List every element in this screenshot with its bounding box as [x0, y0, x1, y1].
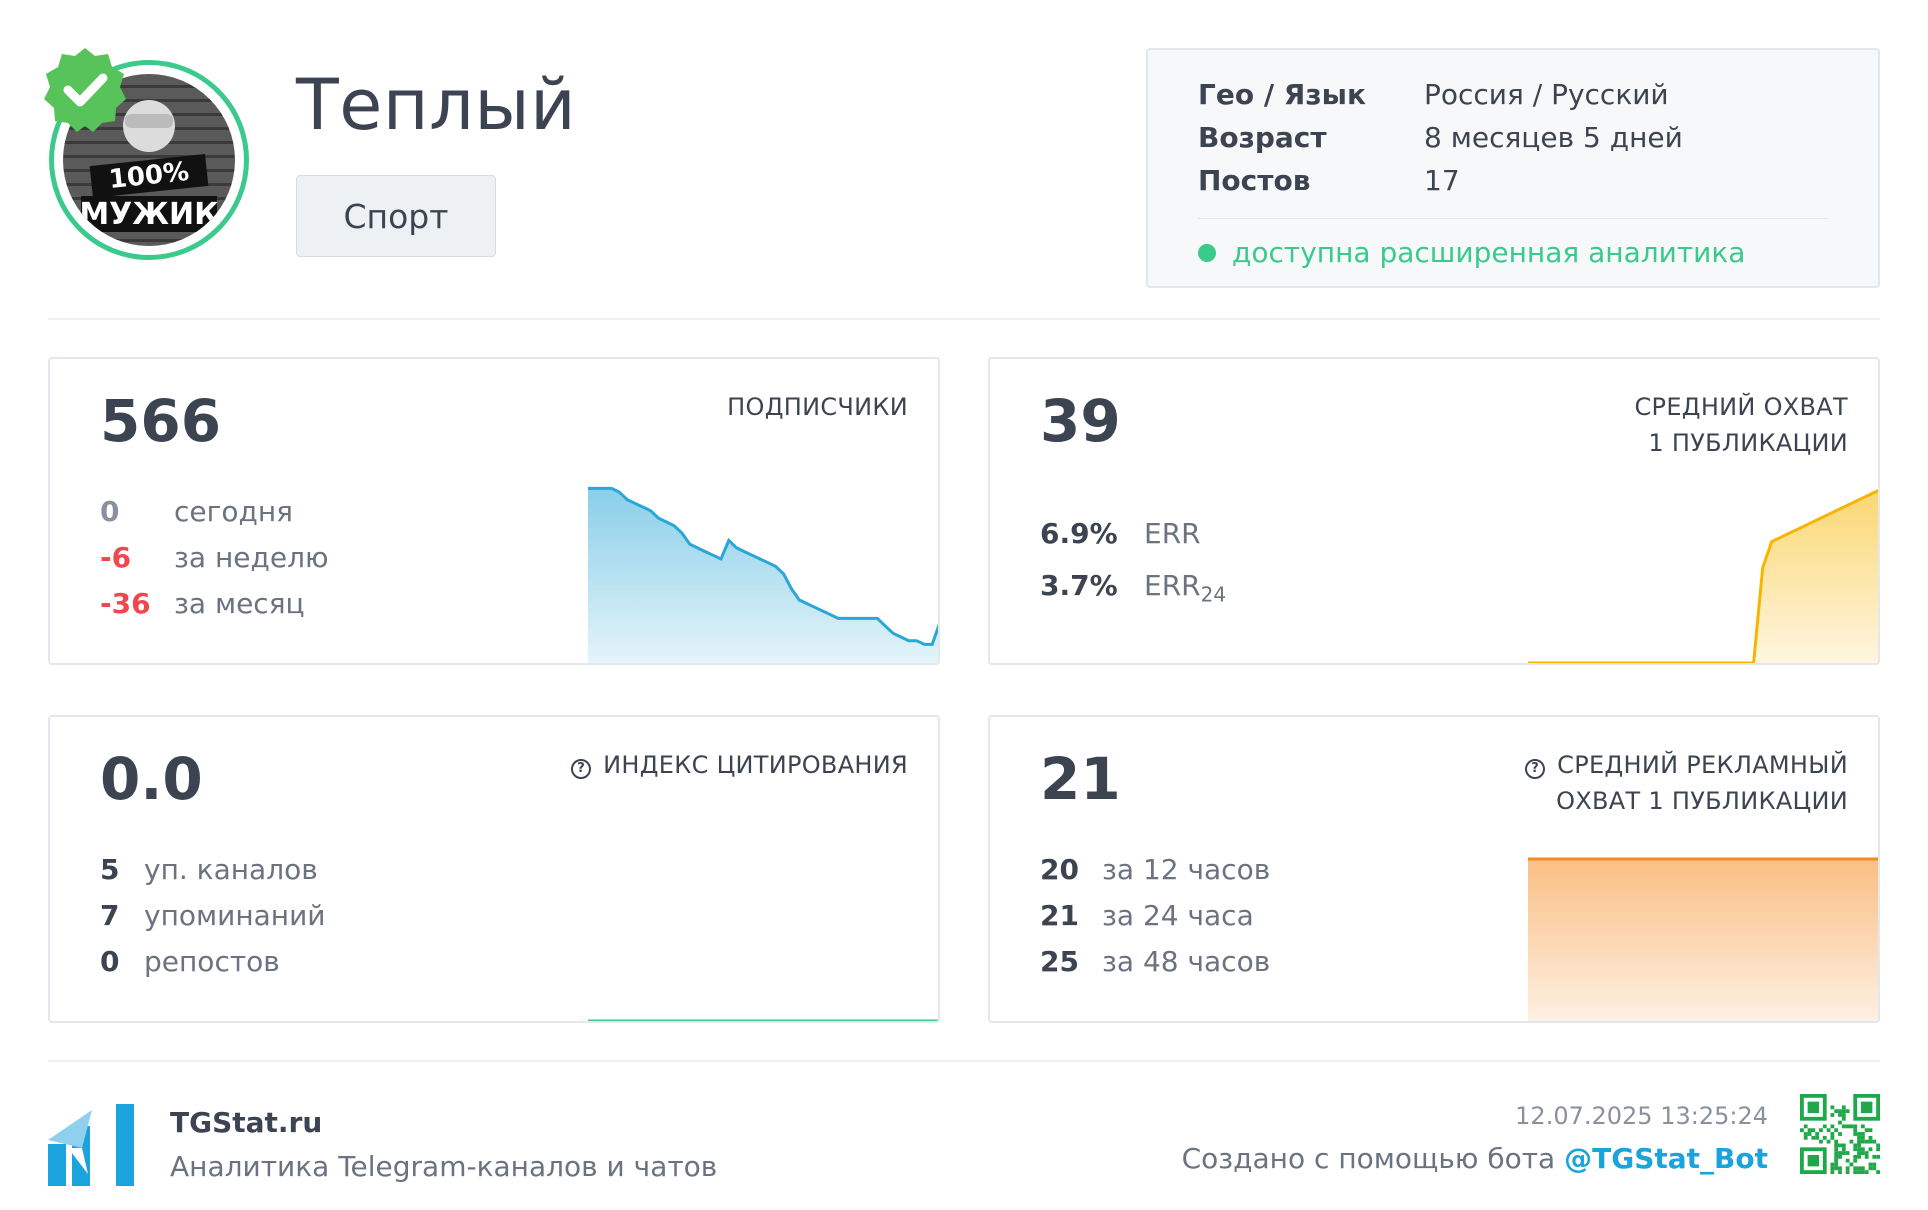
info-value: 17 — [1424, 164, 1460, 197]
extended-analytics-label: доступна расширенная аналитика — [1232, 236, 1746, 269]
info-divider — [1198, 218, 1828, 219]
channel-title: Теплый — [296, 64, 577, 146]
stat-text: ERR24 — [1144, 569, 1226, 607]
footer-subtitle: Аналитика Telegram-каналов и чатов — [170, 1150, 718, 1183]
divider — [48, 318, 1880, 320]
ad-reach-label: ? СРЕДНИЙ РЕКЛАМНЫЙ ОХВАТ 1 ПУБЛИКАЦИИ — [1525, 747, 1848, 819]
help-icon[interactable]: ? — [571, 759, 592, 779]
stat-value: 0 — [100, 495, 120, 528]
sparkline-area — [588, 488, 938, 663]
stat-text: за 24 часа — [1102, 899, 1254, 932]
stat-value: 20 — [1040, 853, 1079, 886]
extended-analytics-link[interactable]: доступна расширенная аналитика — [1198, 236, 1745, 269]
citation-index: 0.0 — [100, 745, 203, 813]
reach-card: 39 СРЕДНИЙ ОХВАТ 1 ПУБЛИКАЦИИ 6.9% ERR 3… — [988, 357, 1880, 665]
footer-created-prefix: Создано с помощью бота — [1181, 1142, 1565, 1175]
ad-reach-card: 21 ? СРЕДНИЙ РЕКЛАМНЫЙ ОХВАТ 1 ПУБЛИКАЦИИ… — [988, 715, 1880, 1023]
info-key: Гео / Язык — [1198, 78, 1366, 111]
stat-text-sub: 24 — [1200, 582, 1227, 607]
stat-value: 6.9% — [1040, 517, 1118, 550]
category-button[interactable]: Спорт — [296, 175, 496, 257]
verified-badge-icon — [44, 48, 126, 132]
stat-text: за 12 часов — [1102, 853, 1271, 886]
sparkline-area — [1528, 859, 1878, 1021]
help-icon[interactable]: ? — [1525, 759, 1546, 779]
citation-card: 0.0 ? ИНДЕКС ЦИТИРОВАНИЯ 5 уп. каналов 7 … — [48, 715, 940, 1023]
stat-value: 7 — [100, 899, 120, 932]
subscribers-label: ПОДПИСЧИКИ — [727, 393, 908, 421]
footer-brand[interactable]: TGStat.ru — [170, 1106, 322, 1139]
stat-text: уп. каналов — [144, 853, 318, 886]
stat-value: -36 — [100, 587, 151, 620]
subscribers-card: 566 ПОДПИСЧИКИ 0 сегодня -6 за неделю -3… — [48, 357, 940, 665]
reach-label-line1: СРЕДНИЙ ОХВАТ — [1634, 393, 1848, 421]
stat-value: 21 — [1040, 899, 1079, 932]
subscribers-count: 566 — [100, 387, 222, 455]
stat-value: -6 — [100, 541, 132, 574]
info-value: Россия / Русский — [1424, 78, 1669, 111]
avatar-text-2: МУЖИК — [79, 197, 219, 232]
ad-reach-label-text1: СРЕДНИЙ РЕКЛАМНЫЙ — [1557, 751, 1848, 779]
stat-text: ERR — [1144, 517, 1201, 550]
channel-avatar: 100% МУЖИК — [40, 44, 250, 260]
info-key: Постов — [1198, 164, 1311, 197]
stat-text: за месяц — [174, 587, 305, 620]
stat-value: 0 — [100, 945, 120, 978]
citation-label: ? ИНДЕКС ЦИТИРОВАНИЯ — [571, 747, 908, 783]
ad-reach-label-line2: ОХВАТ 1 ПУБЛИКАЦИИ — [1556, 787, 1848, 815]
footer-timestamp: 12.07.2025 13:25:24 — [1515, 1102, 1768, 1130]
stat-value: 5 — [100, 853, 120, 886]
stat-value: 25 — [1040, 945, 1079, 978]
stat-text: упоминаний — [144, 899, 326, 932]
reach-label: СРЕДНИЙ ОХВАТ 1 ПУБЛИКАЦИИ — [1634, 389, 1848, 461]
reach-count: 39 — [1040, 387, 1121, 455]
divider — [48, 1060, 1880, 1062]
ad-reach-sparkline — [1528, 857, 1878, 1021]
channel-info-box: Гео / Язык Россия / Русский Возраст 8 ме… — [1146, 48, 1880, 288]
ad-reach-count: 21 — [1040, 745, 1121, 813]
qr-code-icon[interactable] — [1800, 1094, 1880, 1174]
subscribers-sparkline — [588, 486, 938, 663]
stat-text: за неделю — [174, 541, 329, 574]
citation-label-text: ИНДЕКС ЦИТИРОВАНИЯ — [603, 751, 908, 779]
bot-link[interactable]: @TGStat_Bot — [1564, 1142, 1768, 1175]
sparkline-area — [588, 1021, 940, 1023]
status-dot-icon — [1198, 243, 1216, 262]
info-value: 8 месяцев 5 дней — [1424, 121, 1683, 154]
ad-reach-label-line1: ? СРЕДНИЙ РЕКЛАМНЫЙ — [1525, 747, 1848, 783]
footer-created-by: Создано с помощью бота @TGStat_Bot — [1182, 1142, 1768, 1175]
citation-sparkline — [588, 1019, 940, 1023]
tgstat-logo-icon[interactable] — [48, 1104, 134, 1186]
stat-text-main: ERR — [1144, 569, 1201, 602]
reach-label-line2: 1 ПУБЛИКАЦИИ — [1648, 429, 1848, 457]
info-key: Возраст — [1198, 121, 1327, 154]
stat-text: сегодня — [174, 495, 293, 528]
stat-text: репостов — [144, 945, 280, 978]
reach-sparkline — [1528, 488, 1878, 663]
stat-text: за 48 часов — [1102, 945, 1271, 978]
stat-value: 3.7% — [1040, 569, 1118, 602]
